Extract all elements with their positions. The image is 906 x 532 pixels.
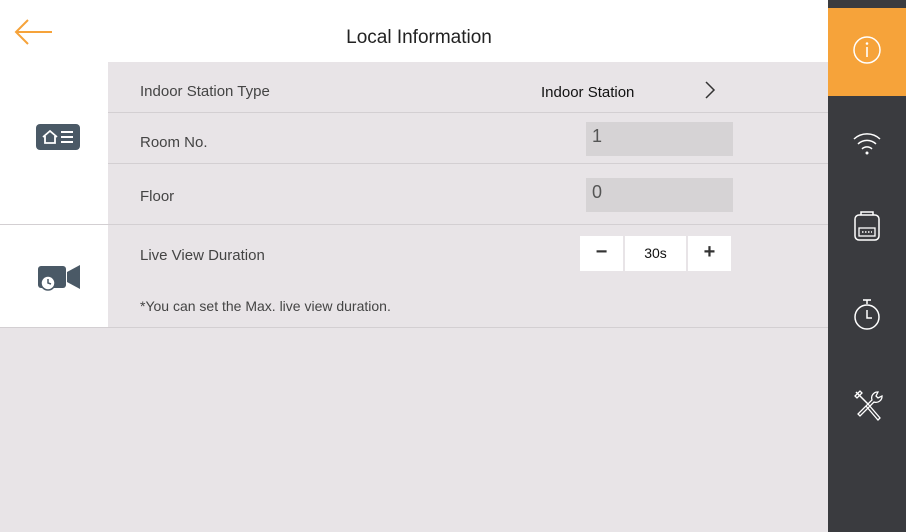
increase-button[interactable]: + bbox=[688, 236, 731, 271]
station-type-value[interactable]: Indoor Station bbox=[541, 84, 634, 101]
decrease-button[interactable]: − bbox=[580, 236, 623, 271]
live-view-label: Live View Duration bbox=[140, 247, 265, 264]
settings-rail bbox=[828, 0, 906, 532]
rail-item-time[interactable] bbox=[828, 280, 906, 370]
room-no-field[interactable]: 1 bbox=[586, 122, 733, 156]
station-type-label: Indoor Station Type bbox=[140, 83, 270, 100]
live-view-stepper: − 30s + bbox=[580, 236, 733, 271]
rail-item-intercom[interactable] bbox=[828, 190, 906, 280]
floor-field[interactable]: 0 bbox=[586, 178, 733, 212]
header: Local Information bbox=[0, 0, 828, 62]
floor-label: Floor bbox=[140, 188, 175, 205]
info-icon bbox=[853, 36, 881, 64]
rail-item-maintenance[interactable] bbox=[828, 370, 906, 460]
tools-icon bbox=[854, 390, 883, 421]
home-list-icon bbox=[36, 124, 80, 150]
row-station-type[interactable]: Indoor Station Type bbox=[108, 62, 828, 113]
rail-item-info[interactable] bbox=[828, 8, 906, 96]
intercom-icon bbox=[854, 211, 880, 241]
room-no-label: Room No. bbox=[140, 134, 208, 151]
main-panel: Local Information Indoor Station Type In… bbox=[0, 0, 828, 532]
section-basic-tile bbox=[0, 62, 108, 224]
page-title: Local Information bbox=[346, 27, 492, 48]
section-liveview-tile bbox=[0, 225, 108, 328]
live-view-value: 30s bbox=[625, 236, 686, 271]
rail-item-network[interactable] bbox=[828, 100, 906, 190]
wifi-icon bbox=[853, 133, 881, 155]
chevron-right-icon[interactable] bbox=[703, 80, 717, 100]
camera-timer-icon bbox=[38, 265, 80, 291]
live-view-note: *You can set the Max. live view duration… bbox=[140, 298, 391, 314]
timer-icon bbox=[854, 299, 880, 330]
